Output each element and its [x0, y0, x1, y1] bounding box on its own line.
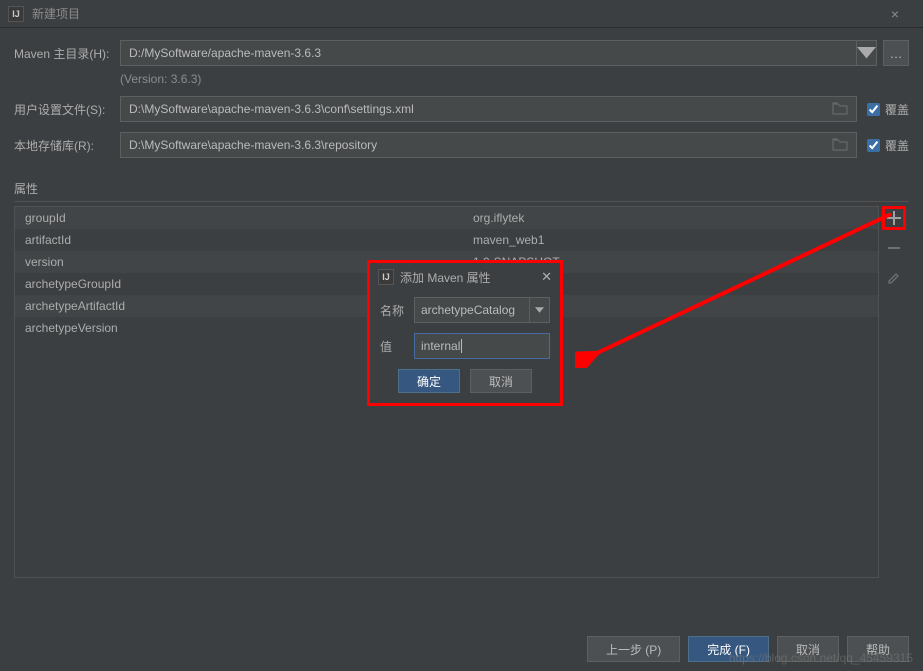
cancel-button[interactable]: 取消	[470, 369, 532, 393]
prop-key: groupId	[25, 211, 473, 225]
user-settings-label: 用户设置文件(S):	[14, 101, 120, 118]
add-property-button[interactable]	[882, 206, 906, 230]
window-title: 新建项目	[32, 5, 875, 22]
previous-button[interactable]: 上一步 (P)	[587, 636, 680, 662]
prop-val: maven_web1	[473, 233, 868, 247]
value-label: 值	[380, 338, 414, 355]
override-label: 覆盖	[885, 101, 909, 118]
local-repo-value: D:\MySoftware\apache-maven-3.6.3\reposit…	[129, 138, 377, 152]
divider	[14, 201, 909, 202]
user-settings-field[interactable]: D:\MySoftware\apache-maven-3.6.3\conf\se…	[120, 96, 857, 122]
dialog-title: 添加 Maven 属性	[400, 269, 491, 286]
name-label: 名称	[380, 302, 414, 319]
close-icon[interactable]: ✕	[541, 269, 552, 285]
add-maven-property-dialog: IJ 添加 Maven 属性 ✕ 名称 archetypeCatalog 值 i…	[367, 260, 563, 406]
maven-home-value: D:/MySoftware/apache-maven-3.6.3	[129, 46, 321, 60]
maven-home-field[interactable]: D:/MySoftware/apache-maven-3.6.3	[120, 40, 877, 66]
override-user-settings[interactable]: 覆盖	[867, 101, 909, 118]
override-label: 覆盖	[885, 137, 909, 154]
app-icon: IJ	[8, 6, 24, 22]
name-field[interactable]: archetypeCatalog	[414, 297, 550, 323]
table-row[interactable]: groupId org.iflytek	[15, 207, 878, 229]
close-icon[interactable]: ×	[875, 6, 915, 22]
chevron-down-icon[interactable]	[529, 298, 549, 322]
override-user-settings-checkbox[interactable]	[867, 103, 880, 116]
dialog-titlebar: IJ 添加 Maven 属性 ✕	[370, 263, 560, 291]
user-settings-value: D:\MySoftware\apache-maven-3.6.3\conf\se…	[129, 102, 414, 116]
browse-home-button[interactable]: …	[883, 40, 909, 66]
titlebar: IJ 新建项目 ×	[0, 0, 923, 28]
properties-header: 属性	[14, 180, 909, 197]
override-local-repo-checkbox[interactable]	[867, 139, 880, 152]
maven-home-label: Maven 主目录(H):	[14, 45, 120, 62]
maven-version-hint: (Version: 3.6.3)	[120, 72, 909, 86]
app-icon: IJ	[378, 269, 394, 285]
value-field[interactable]: internal	[414, 333, 550, 359]
override-local-repo[interactable]: 覆盖	[867, 137, 909, 154]
folder-icon[interactable]	[832, 137, 848, 151]
ok-button[interactable]: 确定	[398, 369, 460, 393]
value-value: internal	[421, 339, 460, 353]
maven-home-dropdown-icon[interactable]	[856, 41, 876, 65]
prop-val: org.iflytek	[473, 211, 868, 225]
prop-key: artifactId	[25, 233, 473, 247]
name-value: archetypeCatalog	[421, 303, 515, 317]
properties-toolbar	[879, 206, 909, 578]
local-repo-field[interactable]: D:\MySoftware\apache-maven-3.6.3\reposit…	[120, 132, 857, 158]
remove-property-button[interactable]	[882, 236, 906, 260]
watermark: https://blog.csdn.net/qq_45459315	[729, 651, 913, 665]
table-row[interactable]: artifactId maven_web1	[15, 229, 878, 251]
edit-property-button[interactable]	[882, 266, 906, 290]
local-repo-label: 本地存储库(R):	[14, 137, 120, 154]
maven-config-form: Maven 主目录(H): D:/MySoftware/apache-maven…	[0, 28, 923, 174]
folder-icon[interactable]	[832, 101, 848, 115]
